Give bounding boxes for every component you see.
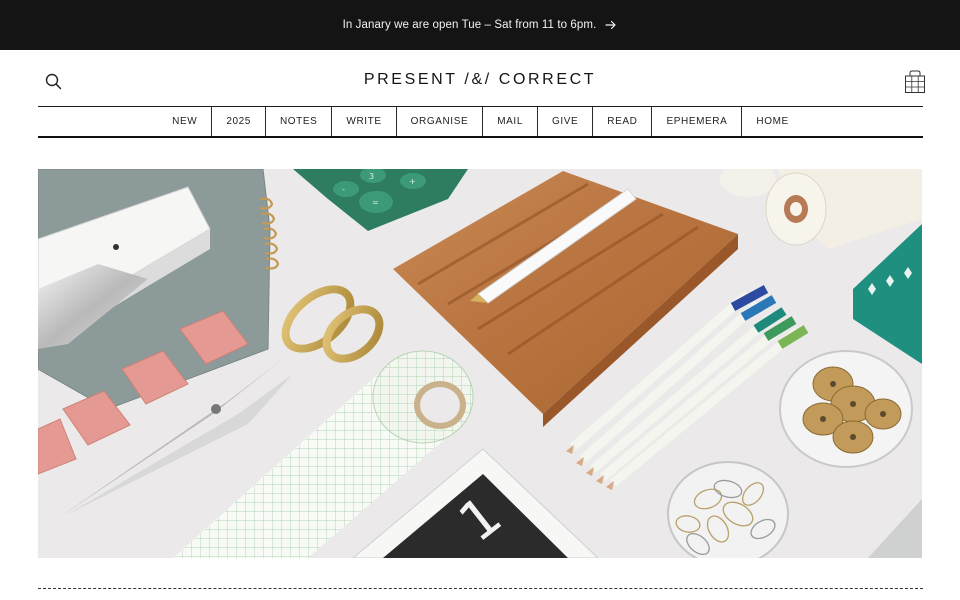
calc-key-minus: - — [342, 185, 345, 194]
arrow-right-icon[interactable] — [605, 20, 617, 30]
sharpener-dish — [779, 350, 913, 468]
paperclip-dish — [667, 461, 789, 558]
calc-key-equals: = — [372, 198, 379, 207]
nav-item-mail[interactable]: MAIL — [483, 107, 538, 136]
site-header: PRESENT /&/ CORRECT — [0, 50, 960, 107]
shopping-bag-icon[interactable] — [904, 70, 926, 94]
nav-item-ephemera[interactable]: EPHEMERA — [652, 107, 743, 136]
nav-item-give[interactable]: GIVE — [538, 107, 594, 136]
section-divider — [38, 588, 923, 589]
hero-image[interactable]: - 3 + = 1 — [38, 169, 922, 558]
nav-item-read[interactable]: READ — [593, 107, 653, 136]
site-logo[interactable]: PRESENT /&/ CORRECT — [0, 71, 960, 89]
calc-key-plus: + — [409, 177, 416, 186]
nav-item-notes[interactable]: NOTES — [266, 107, 333, 136]
announcement-bar: In Janary we are open Tue – Sat from 11 … — [0, 0, 960, 50]
nav-item-write[interactable]: WRITE — [332, 107, 397, 136]
nav-item-new[interactable]: NEW — [158, 107, 213, 136]
nav-item-home[interactable]: HOME — [742, 107, 802, 136]
announcement-text: In Janary we are open Tue – Sat from 11 … — [342, 19, 597, 31]
nav-item-organise[interactable]: ORGANISE — [397, 107, 484, 136]
nav-item-2025[interactable]: 2025 — [212, 107, 266, 136]
calc-key-3: 3 — [369, 172, 374, 181]
main-nav: NEW 2025 NOTES WRITE ORGANISE MAIL GIVE … — [38, 106, 923, 138]
